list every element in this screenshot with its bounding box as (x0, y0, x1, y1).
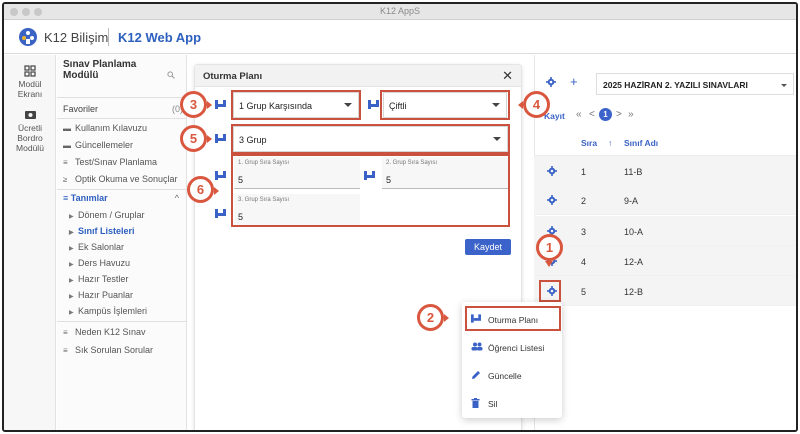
pointer-4 (518, 101, 523, 109)
pointer-1 (545, 261, 553, 267)
pointer-3 (207, 101, 212, 109)
pointer-2 (444, 314, 449, 322)
app-window: K12 AppS K12 Bilişim K12 Web App Modül E… (2, 2, 798, 432)
pointer-6 (214, 187, 219, 195)
callout-pointers (207, 101, 553, 322)
pointer-5 (207, 135, 212, 143)
